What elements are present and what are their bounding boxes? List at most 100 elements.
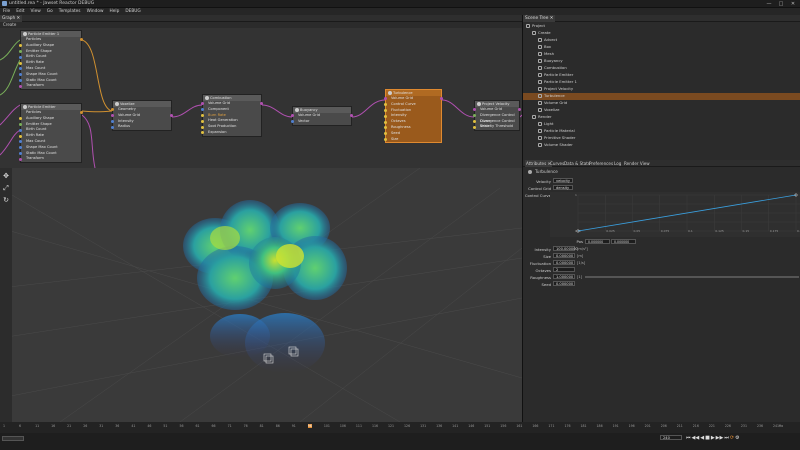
tab-data-stats[interactable]: Data & Stats	[563, 160, 591, 167]
node-icon	[538, 38, 542, 42]
prev-key-icon[interactable]: ◀◀	[692, 435, 700, 441]
size-field[interactable]: 0.000000	[553, 253, 575, 258]
minimize-button[interactable]: —	[763, 0, 775, 8]
timeline-tick: 206	[660, 424, 667, 428]
menu-debug[interactable]: DEBUG	[125, 8, 140, 15]
scene-tree-item[interactable]: Volume Grid	[523, 100, 800, 107]
node-port[interactable]: Vector	[291, 119, 351, 125]
node-icon	[526, 24, 530, 28]
tab-log[interactable]: Log	[613, 160, 622, 167]
menu-file[interactable]: File	[3, 8, 10, 15]
maximize-button[interactable]: □	[775, 0, 787, 8]
roughness-field[interactable]: 1.000000	[553, 274, 575, 279]
timeline-ruler[interactable]: 1 6 11 16 21 26 31 36 41 46 51 56 61 66 71 76 81 86 91 96 10…	[0, 424, 780, 432]
scene-tree-label: Primitive Shader	[544, 135, 576, 140]
timeline-tick: 61	[195, 424, 200, 428]
octaves-field[interactable]: 2	[553, 267, 575, 272]
tab-attributes[interactable]: Attributes ✕	[525, 160, 552, 167]
tab-render-view[interactable]: Render View	[623, 160, 651, 167]
intensity-field[interactable]: 100.000000	[553, 246, 578, 251]
scene-tree-item[interactable]: Light	[523, 121, 800, 128]
scene-tree-item[interactable]: Particle Emitter	[523, 72, 800, 79]
curve-x-tick: 0.025	[606, 229, 615, 233]
node-title: Buoyancy	[300, 108, 318, 112]
scene-tree-item[interactable]: Voxelize	[523, 107, 800, 114]
scene-tree-item[interactable]: Turbulence	[523, 93, 800, 100]
node-port[interactable]: Transform	[19, 83, 81, 89]
scene-tree-label: Create	[538, 30, 551, 35]
timeline-tick: 21	[67, 424, 72, 428]
control-curve-editor[interactable]: 00.0250.050.0750.10.1250.150.1750.210	[550, 192, 800, 237]
menu-templates[interactable]: Templates	[59, 8, 81, 15]
node-port[interactable]: Velocity Threshold	[473, 124, 519, 130]
rotate-tool-icon[interactable]: ↻	[2, 196, 10, 204]
last-frame-icon[interactable]: ⏭	[724, 435, 729, 441]
frame-field[interactable]: 240	[660, 435, 682, 440]
timeline-tick: 126	[404, 424, 411, 428]
scene-tree-item[interactable]: Project	[523, 23, 800, 30]
loop-icon[interactable]: ⟳	[730, 435, 734, 441]
menu-go[interactable]: Go	[47, 8, 53, 15]
fluctuation-field[interactable]: 0.000000	[553, 260, 575, 265]
timeline-tick: 11	[35, 424, 40, 428]
next-key-icon[interactable]: ▶▶	[716, 435, 724, 441]
play-icon[interactable]: ▶	[711, 435, 715, 441]
scene-tree-item[interactable]: Box	[523, 44, 800, 51]
node-title: Particle Emitter 1	[28, 32, 60, 36]
node-particle-emitter[interactable]: Particle Emitter Particles Auxiliary Sha…	[19, 103, 83, 164]
node-port[interactable]: Expansion	[201, 130, 261, 136]
scene-tree-item[interactable]: Project Velocity	[523, 86, 800, 93]
scale-tool-icon[interactable]: ⤢	[2, 184, 10, 192]
node-combustion[interactable]: Combustion Volume Grid Component Burn Ra…	[201, 94, 263, 137]
timeline-scrollbar[interactable]	[2, 436, 24, 441]
scene-tree-item[interactable]: Advect	[523, 37, 800, 44]
voxelize-icon	[115, 102, 119, 106]
seed-label: Seed	[541, 282, 552, 287]
scene-tree-item[interactable]: Mesh	[523, 51, 800, 58]
menu-edit[interactable]: Edit	[16, 8, 24, 15]
node-turbulence[interactable]: Turbulence Volume Grid Control Curve Flu…	[384, 89, 443, 144]
control-grid-select[interactable]: density	[553, 185, 573, 190]
stop-icon[interactable]: ■	[705, 435, 710, 441]
viewport-canvas[interactable]	[0, 168, 522, 422]
tab-scene-tree[interactable]: Scene Tree ✕	[523, 15, 556, 22]
node-icon	[538, 87, 542, 91]
close-button[interactable]: ✕	[787, 0, 799, 8]
velocity-select[interactable]: velocity	[553, 178, 573, 183]
prev-frame-icon[interactable]: ◀	[700, 435, 704, 441]
menu-help[interactable]: Help	[110, 8, 120, 15]
pos-field[interactable]: 0.000000	[585, 239, 610, 244]
scene-tree-item[interactable]: Combustion	[523, 65, 800, 72]
roughness-slider[interactable]	[585, 276, 799, 278]
menu-view[interactable]: View	[31, 8, 41, 15]
scene-tree-item[interactable]: Render	[523, 114, 800, 121]
viewport-3d[interactable]	[0, 168, 522, 422]
scene-tree-item[interactable]: Primitive Shader	[523, 135, 800, 142]
node-port[interactable]: Radius	[111, 124, 171, 130]
node-title: Particle Emitter	[28, 105, 56, 109]
timeline-tick: 26	[83, 424, 88, 428]
timeline-tick: 146	[468, 424, 475, 428]
scene-tree-item[interactable]: Particle Emitter 1	[523, 79, 800, 86]
node-port[interactable]: Transform	[19, 156, 81, 162]
control-curve-graph[interactable]: 00.0250.050.0750.10.1250.150.1750.210	[550, 192, 800, 237]
timeline-tick: 51	[163, 424, 168, 428]
scene-tree-item[interactable]: Create	[523, 30, 800, 37]
first-frame-icon[interactable]: ⏮	[686, 435, 691, 441]
node-project-velocity[interactable]: Project Velocity Volume Grid Divergence …	[473, 100, 521, 132]
scene-tree-item[interactable]: Volume Shader	[523, 142, 800, 149]
node-voxelize[interactable]: Voxelize Geometry Volume Grid Intensity …	[111, 100, 173, 132]
node-buoyancy[interactable]: Buoyancy Volume Grid Vector	[291, 106, 353, 126]
val-field[interactable]: 0.000000	[611, 239, 636, 244]
seed-field[interactable]: 0.000000	[553, 281, 575, 286]
move-tool-icon[interactable]: ✥	[2, 172, 10, 180]
tab-preferences[interactable]: Preferences	[588, 160, 614, 167]
node-particle-emitter-1[interactable]: Particle Emitter 1 Particles Auxiliary S…	[19, 30, 83, 91]
settings-icon[interactable]: ⚙	[735, 435, 739, 441]
menu-bar: File Edit View Go Templates Window Help …	[0, 8, 800, 15]
node-icon	[538, 143, 542, 147]
node-port[interactable]: Size	[384, 137, 441, 143]
scene-tree-item[interactable]: Buoyancy	[523, 58, 800, 65]
scene-tree-item[interactable]: Particle Material	[523, 128, 800, 135]
menu-window[interactable]: Window	[87, 8, 104, 15]
